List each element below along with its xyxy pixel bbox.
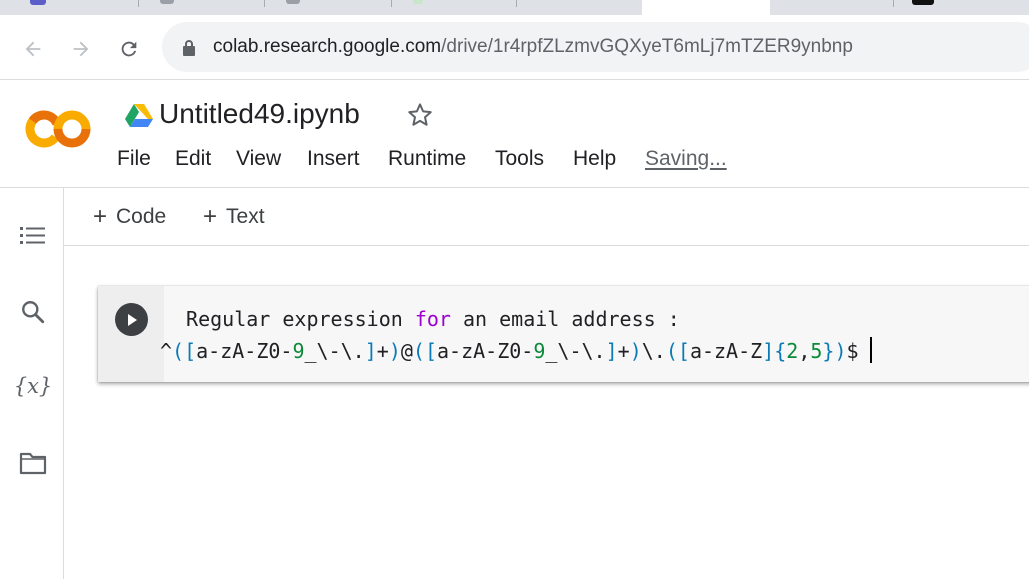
table-of-contents-icon	[20, 227, 45, 244]
tab-separator	[893, 0, 894, 7]
lock-icon	[183, 40, 195, 56]
code-token: _\-\.	[545, 339, 606, 363]
add-code-button[interactable]: + Code	[93, 203, 166, 231]
tab-separator	[264, 0, 265, 7]
add-text-button[interactable]: + Text	[203, 203, 265, 231]
code-token: +	[376, 339, 389, 363]
menu-view[interactable]: View	[236, 147, 281, 171]
code-token: $	[846, 339, 859, 363]
code-token: )	[629, 339, 642, 363]
code-token: ]	[762, 339, 775, 363]
menu-file[interactable]: File	[117, 147, 151, 171]
sidebar-item-search[interactable]	[18, 297, 48, 327]
code-token: (	[412, 339, 425, 363]
code-token: 2	[786, 339, 799, 363]
sidebar-item-variables[interactable]: {x}	[14, 371, 53, 401]
tab-favicon	[413, 0, 423, 4]
menu-insert[interactable]: Insert	[307, 147, 360, 171]
code-line-2: ^([a-zA-Z0-9_\-\.]+)@([a-zA-Z0-9_\-\.]+)…	[160, 335, 872, 367]
tab-separator	[138, 0, 139, 7]
code-token: ^	[160, 339, 173, 363]
menu-edit[interactable]: Edit	[175, 147, 211, 171]
address-bar[interactable]: colab.research.google.com/drive/1r4rpfZL…	[162, 22, 1029, 72]
browser-tab-strip	[0, 0, 1029, 15]
run-cell-button[interactable]	[115, 303, 148, 336]
star-icon[interactable]	[405, 100, 435, 130]
url-text: colab.research.google.com/drive/1r4rpfZL…	[213, 36, 853, 58]
reload-button[interactable]	[113, 33, 145, 65]
code-token: 9	[533, 339, 546, 363]
code-token: a-zA-Z	[689, 339, 763, 363]
tab-favicon	[160, 0, 174, 4]
code-token: )	[834, 339, 847, 363]
plus-icon: +	[203, 203, 218, 230]
arrow-right-icon	[73, 41, 89, 57]
code-token: @	[400, 339, 413, 363]
colab-logo[interactable]	[24, 108, 92, 150]
code-editor[interactable]: Regular expression for an email address …	[160, 303, 872, 367]
variables-icon: {x}	[13, 374, 53, 398]
google-drive-icon[interactable]	[125, 103, 153, 127]
code-token: }	[822, 339, 835, 363]
files-icon	[19, 452, 47, 475]
code-token: (	[172, 339, 185, 363]
menu-runtime[interactable]: Runtime	[388, 147, 466, 171]
code-text: an email address :	[450, 307, 680, 331]
tab-favicon	[286, 0, 300, 4]
save-status[interactable]: Saving...	[645, 147, 727, 171]
cell-gutter	[98, 286, 164, 382]
tab-separator	[391, 0, 392, 7]
tab-favicon	[30, 0, 46, 5]
code-token: _\-\.	[304, 339, 365, 363]
code-token: ]	[364, 339, 377, 363]
code-token: +	[617, 339, 630, 363]
code-token: 9	[292, 339, 305, 363]
code-token: [	[184, 339, 197, 363]
code-token: a-zA-Z0-	[196, 339, 293, 363]
text-cursor	[869, 337, 872, 363]
sidebar-item-table-of-contents[interactable]	[18, 220, 48, 250]
url-path: /drive/1r4rpfZLzmvGQXyeT6mLj7mTZER9ynbnp	[441, 36, 853, 57]
header-divider	[0, 187, 1029, 188]
code-text: Regular expression	[174, 307, 415, 331]
back-button[interactable]	[17, 33, 49, 65]
code-token: a-zA-Z0-	[437, 339, 534, 363]
tab-favicon	[912, 0, 934, 5]
add-text-label: Text	[226, 205, 265, 228]
tab-corner	[770, 0, 784, 15]
arrow-left-icon	[25, 41, 41, 57]
code-cell[interactable]: Regular expression for an email address …	[98, 286, 1029, 382]
add-code-label: Code	[116, 205, 167, 228]
code-token: [	[424, 339, 438, 363]
tab-corner	[628, 0, 642, 15]
play-icon	[127, 313, 137, 326]
url-host: colab.research.google.com	[213, 36, 442, 57]
code-line-1: Regular expression for an email address …	[174, 303, 872, 335]
reload-icon	[121, 41, 137, 57]
code-token: (	[665, 339, 678, 363]
sidebar-item-files[interactable]	[18, 448, 48, 478]
forward-button[interactable]	[65, 33, 97, 65]
code-token: )	[388, 339, 401, 363]
menu-help[interactable]: Help	[573, 147, 616, 171]
cell-toolbar-divider	[64, 245, 1029, 246]
sidebar-border	[63, 188, 64, 579]
plus-icon: +	[93, 203, 108, 230]
code-token: [	[677, 339, 690, 363]
notebook-title[interactable]: Untitled49.ipynb	[159, 98, 360, 130]
code-token: ,	[798, 339, 811, 363]
code-token: ]	[605, 339, 618, 363]
menu-tools[interactable]: Tools	[495, 147, 544, 171]
search-icon	[22, 301, 45, 324]
code-token: \.	[641, 339, 666, 363]
tab-separator	[516, 0, 517, 7]
code-token: 5	[810, 339, 823, 363]
code-keyword: for	[414, 307, 451, 331]
tab-active[interactable]	[642, 0, 770, 15]
code-token: {	[774, 339, 787, 363]
browser-toolbar: colab.research.google.com/drive/1r4rpfZL…	[0, 15, 1029, 80]
